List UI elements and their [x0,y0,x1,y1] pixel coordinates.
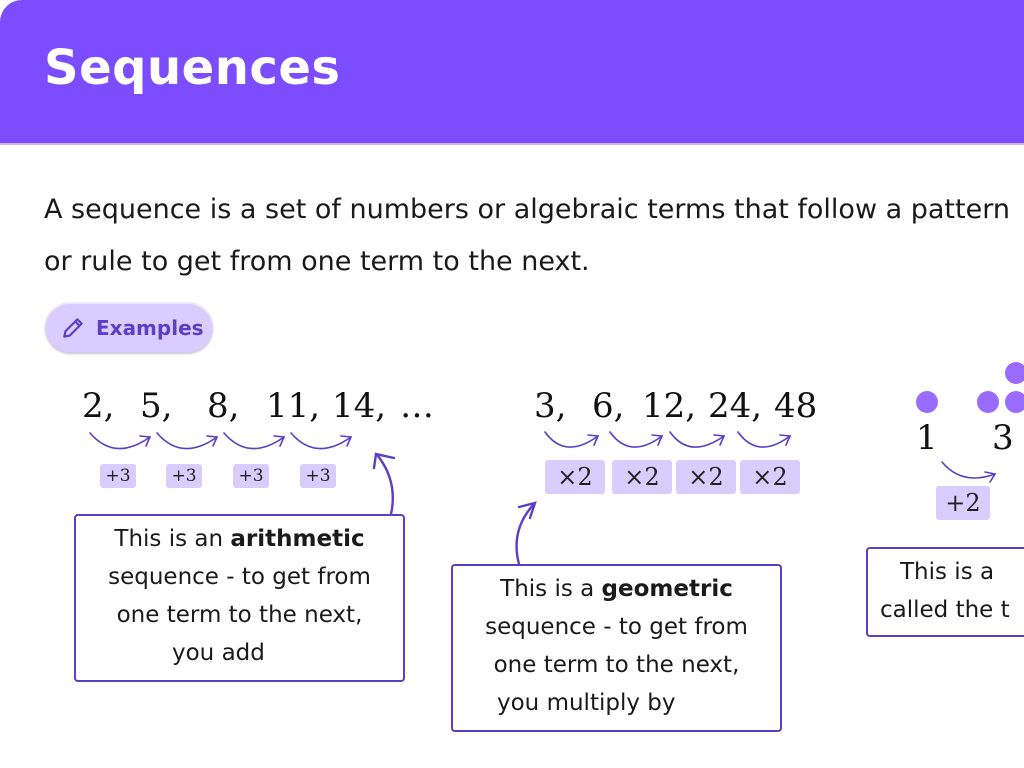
geometric-step-badge: ×2 [740,460,800,494]
note-text: called the t [880,597,1010,623]
arithmetic-term: 8, [207,386,240,426]
curved-arrow-icon [941,461,997,483]
arithmetic-step-badge: +3 [300,464,336,488]
arithmetic-term: 11, [266,386,321,426]
header-banner: Sequences [0,0,1024,145]
triangular-term: 1 [916,418,938,458]
geometric-step-badge: ×2 [676,460,736,494]
curved-arrow-icon [89,432,152,450]
triangular-sequence: 1 3 [916,418,1024,462]
triangular-note: This is a called the t [866,547,1024,637]
geometric-step-badge: ×2 [612,460,672,494]
note-keyword: geometric [601,576,733,602]
curved-arrow-icon [609,431,664,448]
pattern-dot [1005,391,1024,413]
geometric-term: 3, [534,386,567,426]
arithmetic-note: This is an arithmetic sequence - to get … [74,514,405,682]
curved-arrow-icon [669,431,726,448]
arithmetic-step-badge: +3 [233,464,269,488]
arithmetic-term: 2, [82,386,115,426]
pattern-dot [916,391,938,413]
note-text: This is a [900,559,995,585]
pattern-dot [977,391,999,413]
geometric-term: 48 [774,386,818,426]
note-text: you multiply by [497,690,676,716]
geometric-term: 6, [592,386,625,426]
triangular-term: 3 [992,418,1014,458]
note-text: you add [172,640,265,666]
arithmetic-term: 14, [332,386,387,426]
geometric-step-badge: ×2 [545,460,605,494]
geometric-note: This is a geometric sequence - to get fr… [451,564,782,732]
arithmetic-step-badge: +3 [100,464,136,488]
note-text: sequence - to get from [485,614,748,640]
note-keyword: arithmetic [230,526,365,552]
pencil-icon [63,318,83,338]
arithmetic-term: 5, [140,386,173,426]
geometric-sequence: 3, 6, 12, 24, 48 [534,386,834,430]
curved-arrow-icon [290,432,353,450]
curved-arrow-icon [737,431,792,448]
examples-label: Examples [96,316,204,340]
arithmetic-sequence: 2, 5, 8, 11, 14, … [82,386,462,430]
note-text: This is a [500,576,602,602]
curved-arrow-icon [544,431,600,448]
examples-button[interactable]: Examples [46,304,212,352]
pointer-arrow-icon [515,501,537,566]
geometric-term: 12, [642,386,697,426]
triangular-step-badge: +2 [936,486,990,520]
intro-line-2: or rule to get from one term to the next… [44,246,590,277]
curved-arrow-icon [223,432,286,450]
note-text: sequence - to get from [108,564,371,590]
pattern-dot [1005,362,1024,384]
note-text: This is an [114,526,231,552]
note-text: one term to the next, [116,602,363,628]
intro-line-1: A sequence is a set of numbers or algebr… [44,194,1010,225]
geometric-term: 24, [708,386,763,426]
arithmetic-ellipsis: … [400,386,434,426]
curved-arrow-icon [156,432,219,450]
note-text: one term to the next, [493,652,740,678]
pointer-arrow-icon [372,452,396,516]
arithmetic-step-badge: +3 [166,464,202,488]
intro-paragraph: A sequence is a set of numbers or algebr… [44,184,1024,288]
page-title: Sequences [44,40,341,96]
